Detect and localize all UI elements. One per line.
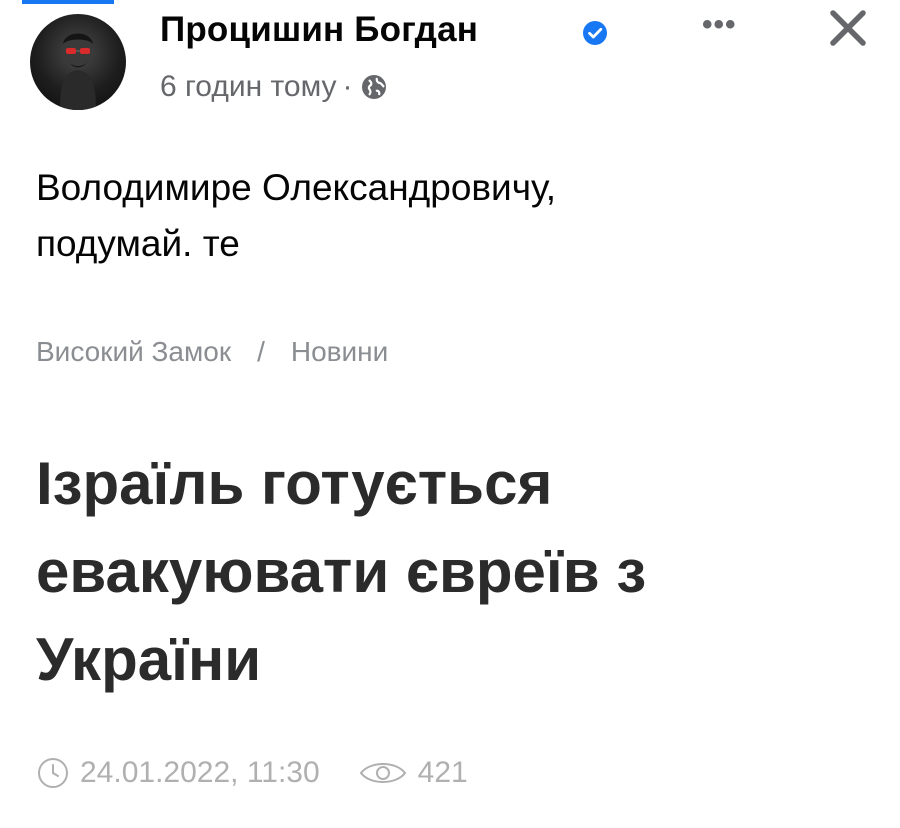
avatar[interactable]: [30, 14, 126, 110]
post-timestamp[interactable]: 6 годин тому: [160, 70, 337, 104]
article-title-line: України: [36, 626, 262, 693]
post-meta: 6 годин тому ·: [160, 70, 389, 104]
eye-icon: [359, 763, 406, 783]
article-views: 421: [417, 756, 468, 789]
meta-separator: ·: [342, 70, 353, 103]
top-accent-bar: [22, 0, 114, 4]
breadcrumb-section[interactable]: Новини: [291, 336, 388, 367]
breadcrumb: Високий Замок / Новини: [36, 336, 388, 368]
article-title-line: евакуювати євреїв з: [36, 538, 647, 605]
article-title-line: Ізраїль готується: [36, 450, 553, 517]
avatar-image: [60, 33, 96, 110]
close-icon[interactable]: [826, 6, 870, 50]
post-text: Володимире Олександровичу, подумай. те: [36, 160, 856, 272]
breadcrumb-separator: /: [257, 336, 265, 367]
article-title[interactable]: Ізраїль готується евакуювати євреїв з Ук…: [36, 440, 876, 704]
more-options-icon[interactable]: •••: [702, 8, 737, 42]
post-text-line: Володимире Олександровичу,: [36, 167, 557, 208]
article-date: 24.01.2022, 11:30: [80, 756, 320, 789]
clock-icon: [38, 758, 68, 788]
post-text-line: подумай. те: [36, 223, 240, 264]
globe-icon: [361, 75, 386, 99]
article-meta: 24.01.2022, 11:30 421: [36, 756, 468, 790]
breadcrumb-site[interactable]: Високий Замок: [36, 336, 231, 367]
author-name[interactable]: Процишин Богдан: [160, 10, 478, 50]
verified-badge-icon: [583, 21, 607, 45]
